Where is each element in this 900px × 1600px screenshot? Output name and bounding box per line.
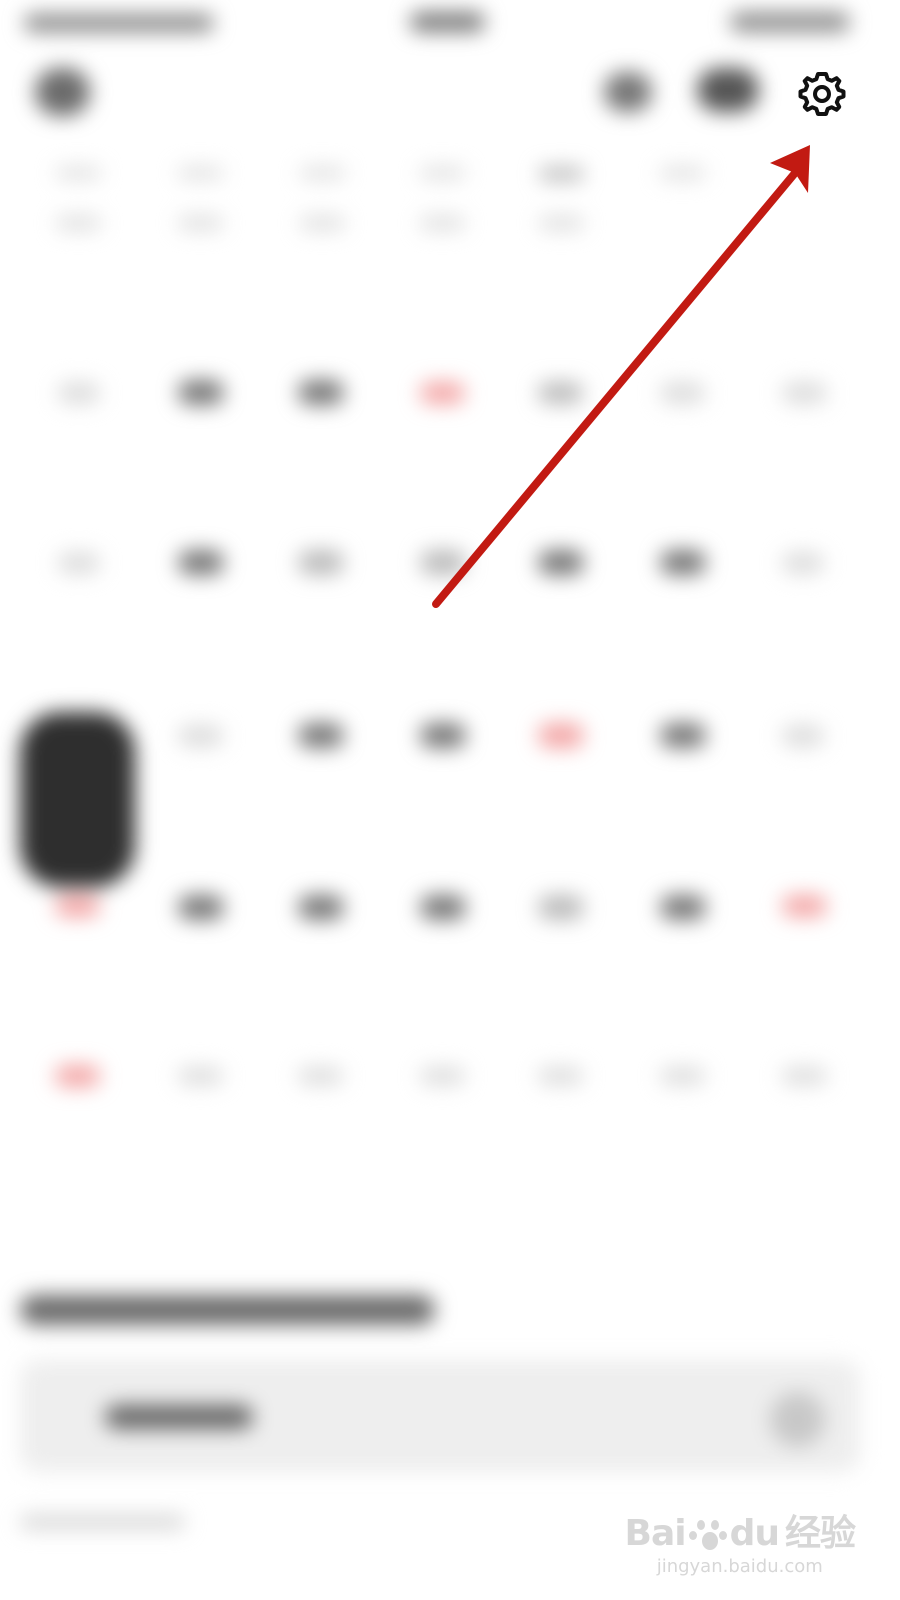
top-action-icon[interactable]	[604, 72, 652, 112]
weekday-label	[178, 167, 223, 179]
calendar-day[interactable]	[178, 380, 224, 405]
blurred-background	[0, 0, 900, 1600]
watermark-domain: jingyan.baidu.com	[656, 1556, 823, 1577]
calendar-day[interactable]	[58, 382, 100, 404]
calendar-day[interactable]	[178, 550, 224, 575]
top-left-icon[interactable]	[35, 68, 90, 116]
paw-icon	[688, 1514, 728, 1554]
weekday-label	[56, 167, 101, 179]
calendar-day[interactable]	[538, 550, 584, 575]
weekday-label	[420, 167, 465, 179]
selected-date-card[interactable]	[20, 712, 135, 887]
calendar-day[interactable]	[538, 723, 584, 748]
calendar-day[interactable]	[298, 895, 344, 920]
event-card-title	[105, 1405, 253, 1429]
calendar-day[interactable]	[538, 895, 584, 920]
watermark-brand-right: 经验	[784, 1513, 856, 1554]
calendar-day[interactable]	[782, 382, 827, 404]
section-heading	[20, 1295, 435, 1325]
calendar-day[interactable]	[420, 216, 465, 230]
watermark-brand-middle: du	[729, 1513, 780, 1554]
calendar-day[interactable]	[538, 1067, 583, 1085]
calendar-day[interactable]	[420, 895, 466, 920]
calendar-day[interactable]	[298, 1067, 343, 1085]
calendar-day[interactable]	[660, 723, 706, 748]
calendar-day[interactable]	[298, 550, 344, 575]
calendar-day[interactable]	[178, 895, 224, 920]
calendar-day[interactable]	[178, 1067, 223, 1085]
calendar-day[interactable]	[782, 725, 824, 747]
watermark-brand-left: Bai	[624, 1513, 687, 1554]
watermark-brand: Bai du 经验	[624, 1513, 857, 1554]
app-screen: Bai du 经验 jingyan.baidu.com	[0, 0, 900, 1600]
settings-button[interactable]	[790, 62, 854, 126]
calendar-day[interactable]	[660, 1067, 705, 1085]
calendar-day[interactable]	[300, 216, 345, 230]
settings-icon	[798, 72, 846, 116]
calendar-day[interactable]	[539, 216, 584, 230]
calendar-day[interactable]	[660, 895, 706, 920]
event-card-icon[interactable]	[770, 1392, 825, 1447]
footer-text	[20, 1515, 185, 1529]
calendar-day[interactable]	[55, 895, 100, 917]
calendar-day[interactable]	[55, 1065, 100, 1087]
status-bar-left-indicator	[24, 14, 214, 32]
watermark: Bai du 经验 jingyan.baidu.com	[624, 1513, 857, 1577]
top-action-icon[interactable]	[697, 68, 759, 112]
calendar-day[interactable]	[420, 382, 465, 404]
weekday-label	[660, 167, 705, 179]
calendar-day[interactable]	[782, 552, 824, 574]
calendar-day[interactable]	[420, 1067, 465, 1085]
calendar-day[interactable]	[660, 382, 705, 404]
calendar-day[interactable]	[298, 380, 344, 405]
weekday-label	[300, 167, 345, 179]
calendar-day[interactable]	[538, 382, 583, 404]
calendar-day[interactable]	[178, 725, 223, 747]
weekday-label	[539, 167, 584, 181]
calendar-day[interactable]	[298, 723, 344, 748]
calendar-day[interactable]	[58, 552, 100, 574]
calendar-day[interactable]	[782, 895, 827, 917]
status-bar-center-indicator	[410, 12, 485, 32]
calendar-day[interactable]	[660, 550, 706, 575]
calendar-day[interactable]	[782, 1067, 827, 1085]
calendar-day[interactable]	[420, 723, 466, 748]
calendar-day[interactable]	[178, 216, 223, 230]
status-bar-right-indicator	[730, 12, 850, 32]
calendar-day[interactable]	[420, 550, 466, 575]
calendar-day[interactable]	[56, 216, 101, 230]
